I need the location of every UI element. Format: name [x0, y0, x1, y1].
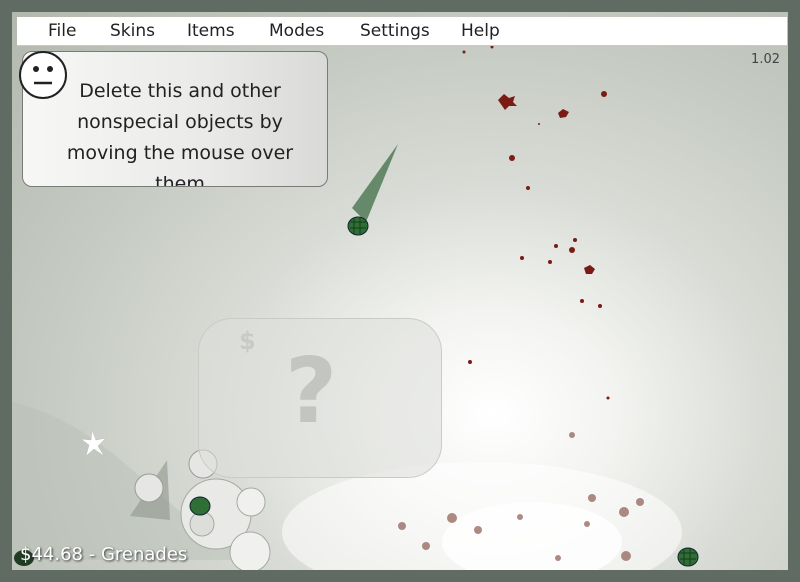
tip-text: Delete this and other nonspecial objects… — [66, 80, 294, 187]
grenade-icon[interactable] — [677, 547, 699, 567]
menu-items[interactable]: Items — [187, 21, 235, 41]
grenade-icon[interactable] — [347, 216, 369, 236]
neutral-face-icon — [19, 51, 67, 99]
tip-dialog[interactable]: Delete this and other nonspecial objects… — [22, 51, 328, 187]
version-label: 1.02 — [751, 52, 780, 67]
menu-bar: File Skins Items Modes Settings Help — [17, 17, 787, 46]
game-viewport[interactable]: File Skins Items Modes Settings Help 1.0… — [12, 12, 788, 570]
dollar-icon: $ — [239, 327, 256, 355]
menu-skins[interactable]: Skins — [110, 21, 155, 41]
sphere-object[interactable] — [236, 487, 266, 517]
sphere-object[interactable] — [229, 531, 271, 570]
sphere-object[interactable] — [189, 511, 215, 537]
grenade-trail — [352, 144, 398, 222]
sphere-object[interactable] — [134, 473, 164, 503]
money-value: $44.68 — [20, 544, 83, 565]
status-readout: $44.68 - Grenades — [20, 544, 187, 565]
blood-splatters — [462, 45, 610, 400]
menu-settings[interactable]: Settings — [360, 21, 430, 41]
menu-modes[interactable]: Modes — [269, 21, 324, 41]
status-separator: - — [88, 544, 96, 565]
question-mark-icon: ? — [285, 339, 338, 444]
grenade-icon[interactable] — [189, 496, 211, 516]
mystery-item-panel[interactable]: $ ? — [198, 318, 442, 478]
menu-help[interactable]: Help — [461, 21, 500, 41]
menu-file[interactable]: File — [48, 21, 76, 41]
current-item: Grenades — [100, 544, 188, 565]
